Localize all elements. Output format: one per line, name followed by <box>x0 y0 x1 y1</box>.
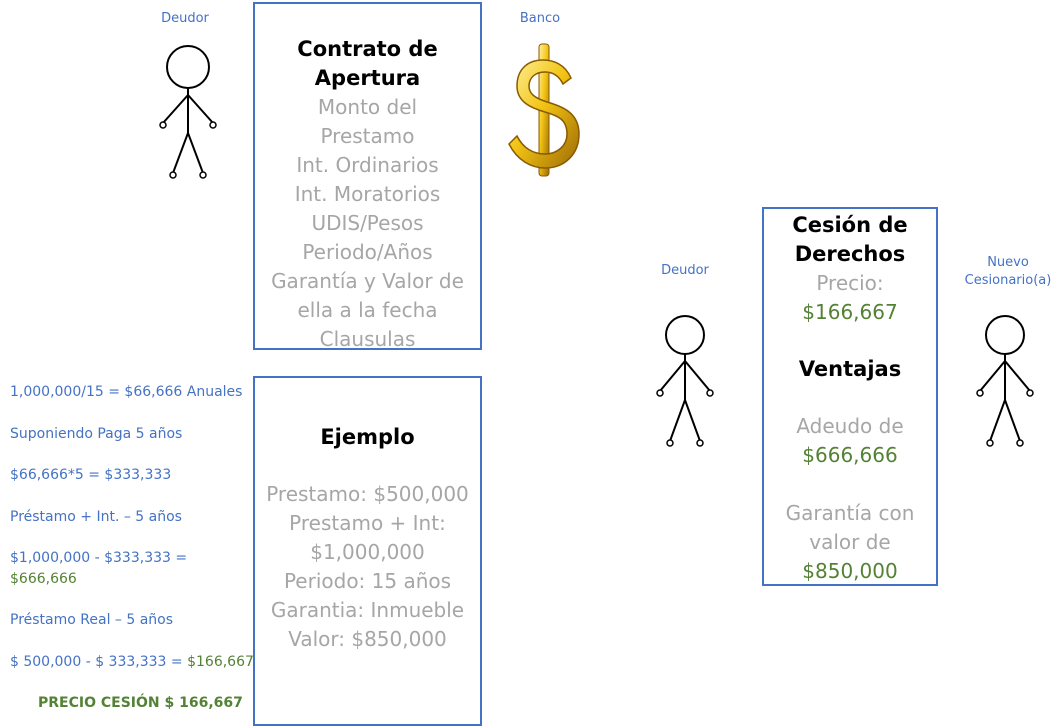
debtor-right-label: Deudor <box>661 263 709 278</box>
bank-label: Banco <box>519 11 561 26</box>
calc-line: Préstamo Real – 5 años <box>10 612 174 628</box>
example-box: Ejemplo Prestamo: $500,000 Prestamo + In… <box>253 376 482 726</box>
calc-line: $ 500,000 - $ 333,333 = $166,667 <box>10 652 254 673</box>
calc-line-text: $1,000,000 - $333,333 = <box>10 550 188 566</box>
contract-item: Int. Moratorios <box>294 182 441 206</box>
guarantee-value: $850,000 <box>802 559 898 583</box>
debtor-top-stick-figure-icon <box>159 45 217 179</box>
calc-line-result: $666,666 <box>10 571 77 587</box>
contract-title: Contrato de Apertura <box>297 37 438 90</box>
example-item: Valor: $850,000 <box>288 627 447 651</box>
example-item: $1,000,000 <box>310 540 425 564</box>
calc-line-text: $ 500,000 - $ 333,333 = <box>10 654 188 670</box>
calc-line: $1,000,000 - $333,333 = $666,666 <box>10 548 187 590</box>
guarantee-label: Garantía con <box>785 501 915 525</box>
new-assignee-label-line: Nuevo <box>987 255 1029 270</box>
advantages-title: Ventajas <box>798 357 902 381</box>
new-assignee-label: Nuevo Cesionario(a) <box>958 254 1058 290</box>
calc-line: $66,666*5 = $333,333 <box>10 467 172 483</box>
final-price-label: PRECIO CESIÓN $ 166,667 <box>38 695 243 711</box>
assignment-title: Cesión de <box>792 213 908 237</box>
contract-item: Prestamo <box>320 124 415 148</box>
calc-line-result: $166,667 <box>187 654 254 670</box>
debt-value: $666,666 <box>802 443 898 467</box>
example-item: Periodo: 15 años <box>283 569 452 593</box>
contract-item: Monto del <box>317 95 418 119</box>
price-label: Precio: <box>816 271 884 295</box>
calc-line: Préstamo + Int. – 5 años <box>10 509 182 525</box>
calc-line: 1,000,000/15 = $66,666 Anuales <box>10 384 243 400</box>
example-title: Ejemplo <box>320 425 415 449</box>
example-item: Prestamo: $500,000 <box>266 482 469 506</box>
debtor-right-stick-figure-icon <box>656 315 714 447</box>
example-item: Prestamo + Int: <box>289 511 446 535</box>
contract-item: ella a la fecha <box>297 298 438 322</box>
guarantee-label: valor de <box>809 530 891 554</box>
debtor-top-label: Deudor <box>161 11 209 26</box>
assignment-box: Cesión de Derechos Precio: $166,667 Vent… <box>762 207 938 586</box>
price-value: $166,667 <box>802 300 898 324</box>
debt-label: Adeudo de <box>796 414 904 438</box>
contract-item: Garantía y Valor de <box>271 269 464 293</box>
contract-item: Int. Ordinarios <box>296 153 439 177</box>
new-assignee-stick-figure-icon <box>976 315 1034 447</box>
example-item: Garantia: Inmueble <box>270 598 465 622</box>
assignment-title: Derechos <box>794 242 906 266</box>
dollar-sign-icon <box>508 43 580 177</box>
new-assignee-label-line: Cesionario(a) <box>964 273 1052 288</box>
contract-item: Clausulas <box>319 327 416 351</box>
contract-item: UDIS/Pesos <box>311 211 424 235</box>
calc-line: Suponiendo Paga 5 años <box>10 426 183 442</box>
contract-item: Periodo/Años <box>302 240 433 264</box>
contract-box: Contrato de Apertura Monto del Prestamo … <box>253 2 482 351</box>
